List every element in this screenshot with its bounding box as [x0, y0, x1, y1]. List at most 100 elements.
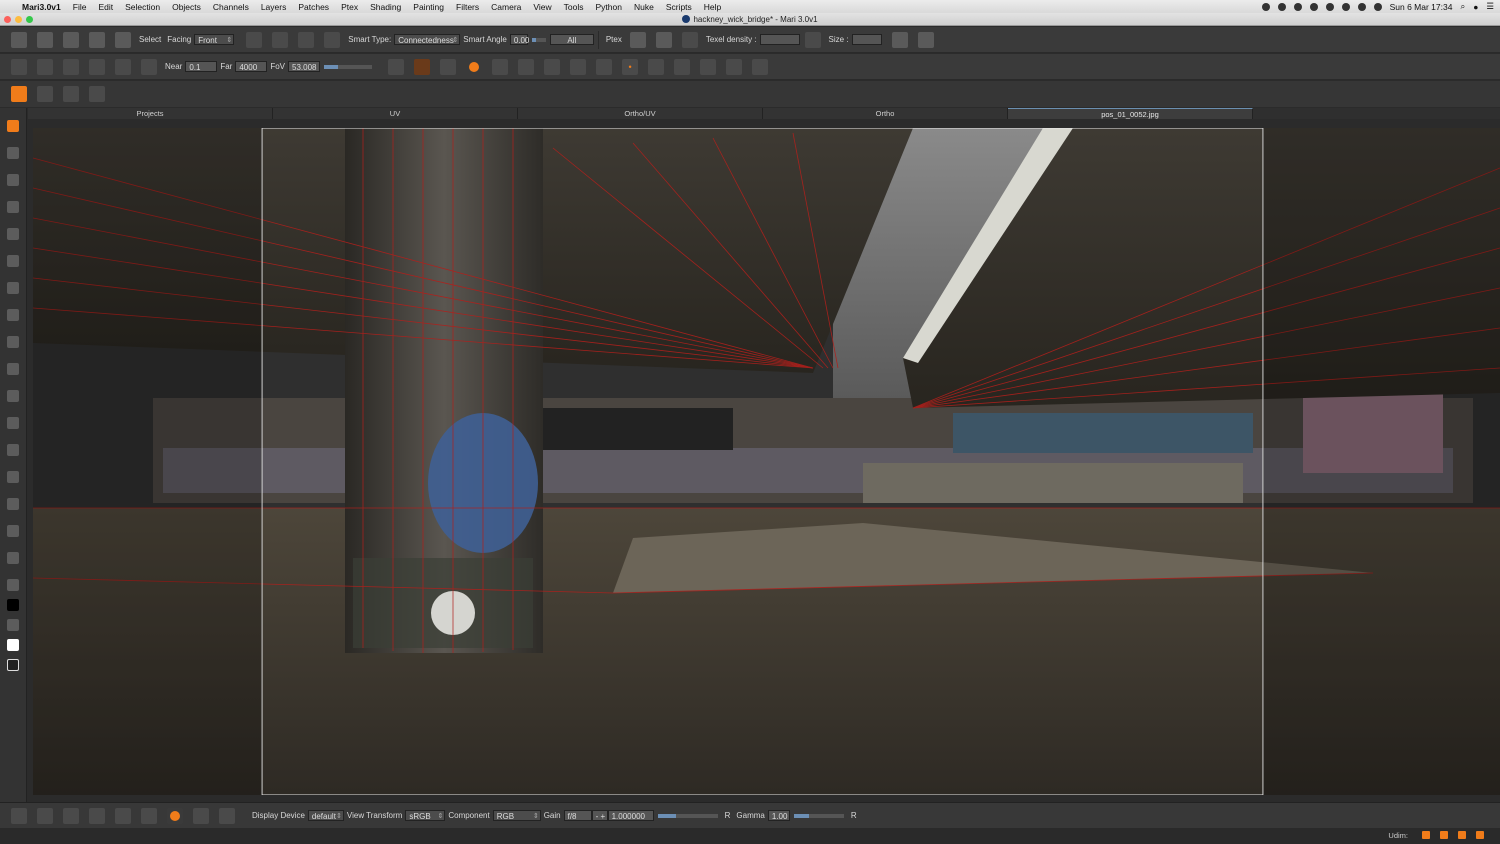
minimize-window-button[interactable] [15, 16, 22, 23]
smudge-tool-icon[interactable] [7, 417, 19, 429]
texture-tool-icon[interactable] [7, 552, 19, 564]
tab-uv[interactable]: UV [273, 108, 518, 119]
shader-full-icon[interactable] [518, 58, 535, 75]
size-icon[interactable] [804, 31, 821, 48]
poly-select-icon[interactable] [298, 31, 315, 48]
camera-grid-icon[interactable] [63, 58, 79, 75]
select-circle-icon[interactable] [141, 807, 157, 824]
spotlight-icon[interactable]: ⌕ [1460, 1, 1465, 12]
swap-colors-icon[interactable] [7, 619, 19, 631]
3d-viewport[interactable] [33, 128, 1500, 795]
smart-angle-slider[interactable] [531, 37, 546, 42]
brush-tool-icon[interactable] [7, 336, 19, 348]
menu-selection[interactable]: Selection [125, 2, 160, 12]
background-color-swatch[interactable] [7, 639, 19, 651]
clock[interactable]: Sun 6 Mar 17:34 [1390, 2, 1453, 12]
menu-painting[interactable]: Painting [413, 2, 444, 12]
rect-select-icon[interactable] [246, 31, 263, 48]
menu-camera[interactable]: Camera [491, 2, 521, 12]
tab-image-pos[interactable]: pos_01_0052.jpg [1008, 108, 1253, 119]
size-field[interactable] [851, 34, 882, 45]
ptex-grid-icon[interactable] [655, 31, 672, 48]
pan-view-icon[interactable] [37, 807, 53, 824]
gamma-slider[interactable] [793, 813, 844, 818]
eyedropper-tool-icon[interactable] [7, 579, 19, 591]
close-window-button[interactable] [4, 16, 11, 23]
menu-python[interactable]: Python [596, 2, 622, 12]
display-device-dropdown[interactable]: default [307, 810, 344, 822]
camera-box-icon[interactable] [89, 58, 105, 75]
select-hidden-icon[interactable] [752, 58, 769, 75]
fov-slider[interactable] [324, 64, 373, 69]
move-tool-icon[interactable] [7, 228, 19, 240]
default-colors-icon[interactable] [7, 659, 19, 671]
curve-icon[interactable] [219, 807, 235, 824]
camera-lens-icon[interactable] [141, 58, 157, 75]
menu-filters[interactable]: Filters [456, 2, 479, 12]
texel-density-field[interactable] [759, 34, 800, 45]
gamma-field[interactable]: 1.00 [767, 810, 790, 821]
wifi-icon[interactable] [1373, 2, 1382, 11]
user-icon[interactable]: ● [1473, 2, 1478, 12]
menu-shading[interactable]: Shading [370, 2, 401, 12]
save-project-icon[interactable] [63, 31, 79, 48]
fov-field[interactable]: 53.008 [288, 61, 321, 72]
menu-patches[interactable]: Patches [298, 2, 329, 12]
shader-paint-icon[interactable] [570, 58, 587, 75]
select-tool-icon[interactable] [7, 120, 19, 132]
shader-flat-icon[interactable] [466, 58, 483, 75]
tab-projects[interactable]: Projects [28, 108, 273, 119]
shader-basic-icon[interactable] [492, 58, 509, 75]
copy-patch-icon[interactable] [891, 31, 908, 48]
undo-icon[interactable] [89, 31, 105, 48]
paint-tool-icon[interactable] [7, 282, 19, 294]
status-icon[interactable] [1277, 2, 1286, 11]
snap-point-icon[interactable]: • [622, 58, 639, 75]
shading-mode-icon[interactable] [414, 58, 431, 75]
near-field[interactable]: 0.1 [185, 61, 218, 72]
status-icon[interactable] [1309, 2, 1318, 11]
menu-scripts[interactable]: Scripts [666, 2, 692, 12]
layers-group-icon[interactable] [89, 86, 105, 102]
grid-icon[interactable] [700, 58, 717, 75]
sample-tool-icon[interactable] [7, 525, 19, 537]
layers-stack-icon[interactable] [63, 86, 79, 102]
ptex-resize-icon[interactable] [629, 31, 646, 48]
menu-ptex[interactable]: Ptex [341, 2, 358, 12]
camera-play-icon[interactable] [115, 58, 131, 75]
tab-ortho-uv[interactable]: Ortho/UV [518, 108, 763, 119]
lut-icon[interactable] [193, 807, 209, 824]
menu-objects[interactable]: Objects [172, 2, 201, 12]
gizmo-icon[interactable] [115, 807, 131, 824]
smart-type-dropdown[interactable]: Connectedness [394, 34, 461, 46]
gain-decrement-button[interactable]: - + [591, 810, 608, 821]
grid-tool-icon[interactable] [7, 309, 19, 321]
wireframe-icon[interactable] [440, 58, 457, 75]
notification-icon[interactable]: ☰ [1486, 1, 1494, 12]
gain-slider[interactable] [657, 813, 718, 818]
gradient-tool-icon[interactable] [7, 498, 19, 510]
udim-sun-icon[interactable] [1440, 831, 1448, 839]
new-project-icon[interactable] [11, 31, 27, 48]
down-arrow-icon[interactable] [63, 807, 79, 824]
eject-icon[interactable] [1357, 2, 1366, 11]
select-visible-icon[interactable] [726, 58, 743, 75]
lighting-icon[interactable] [388, 58, 405, 75]
facing-dropdown[interactable]: Front [194, 34, 235, 46]
smart-angle-field[interactable]: 0.00 [509, 34, 529, 45]
eraser-tool-icon[interactable] [7, 444, 19, 456]
shader-lit-icon[interactable] [544, 58, 561, 75]
udim-bars-icon[interactable] [1458, 831, 1466, 839]
layers-stack-icon[interactable] [37, 86, 53, 102]
orbit-icon[interactable] [89, 807, 105, 824]
projector-icon[interactable] [37, 58, 53, 75]
far-field[interactable]: 4000 [235, 61, 268, 72]
redo-icon[interactable] [115, 31, 131, 48]
select-rect-tool-icon[interactable] [7, 147, 19, 159]
clone-tool-icon[interactable] [7, 390, 19, 402]
zoom-tool-icon[interactable] [7, 201, 19, 213]
udim-paint-icon[interactable] [1422, 831, 1430, 839]
smart-select-icon[interactable] [324, 31, 341, 48]
view-transform-dropdown[interactable]: sRGB [405, 810, 446, 822]
status-icon[interactable] [1261, 2, 1270, 11]
